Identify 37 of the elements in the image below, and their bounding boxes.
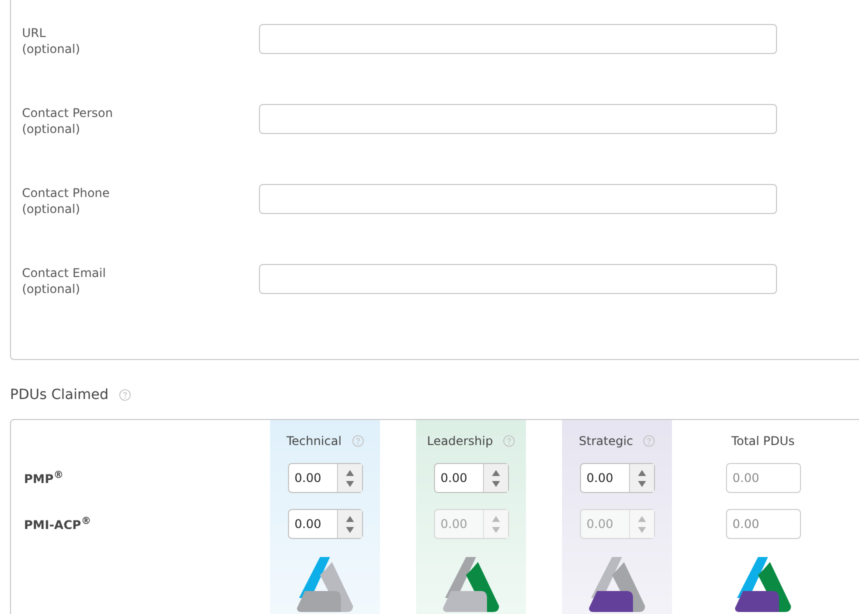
down-arrow-icon[interactable]	[346, 526, 354, 532]
triangle-logo-icon	[295, 554, 355, 614]
row-label: PMP$^{®}$	[24, 469, 64, 487]
input-field[interactable]	[259, 184, 777, 214]
down-arrow-icon[interactable]	[346, 480, 354, 486]
input-field[interactable]	[259, 24, 777, 54]
help-icon[interactable]	[502, 435, 515, 447]
number-spinner[interactable]: 0.00	[288, 509, 362, 539]
up-arrow-icon[interactable]	[638, 470, 646, 476]
column-header: Leadership	[427, 434, 493, 448]
number-spinner[interactable]: 0.00	[434, 463, 508, 493]
section-title: PDUs Claimed	[10, 387, 108, 403]
help-icon[interactable]	[643, 435, 656, 447]
up-arrow-icon[interactable]	[492, 470, 500, 476]
column-header: Strategic	[578, 434, 634, 448]
number-spinner[interactable]: 0.00	[288, 463, 362, 493]
down-arrow-icon[interactable]	[492, 480, 500, 486]
column-header: Total PDUs	[731, 434, 795, 448]
number-spinner[interactable]: 0.00	[580, 463, 654, 493]
up-arrow-icon[interactable]	[346, 470, 354, 476]
field-label: Contact Email (optional)	[21, 265, 107, 297]
field-label: Contact Phone (optional)	[21, 185, 111, 217]
field-label: URL (optional)	[21, 25, 81, 57]
triangle-logo-icon	[441, 554, 501, 614]
up-arrow-icon[interactable]	[346, 516, 354, 522]
field-label: Contact Person (optional)	[21, 105, 114, 137]
input-field[interactable]	[259, 104, 777, 134]
total-field: 0.00	[726, 509, 800, 539]
triangle-logo-icon	[587, 554, 647, 614]
help-icon[interactable]	[352, 435, 364, 447]
total-field: 0.00	[726, 463, 800, 493]
row-label: PMI-ACP$^{®}$	[24, 515, 92, 533]
column-header: Technical	[286, 434, 342, 448]
down-arrow-icon[interactable]	[638, 480, 646, 486]
input-field[interactable]	[259, 264, 777, 294]
help-icon[interactable]	[118, 389, 130, 401]
triangle-logo-icon	[733, 554, 793, 614]
